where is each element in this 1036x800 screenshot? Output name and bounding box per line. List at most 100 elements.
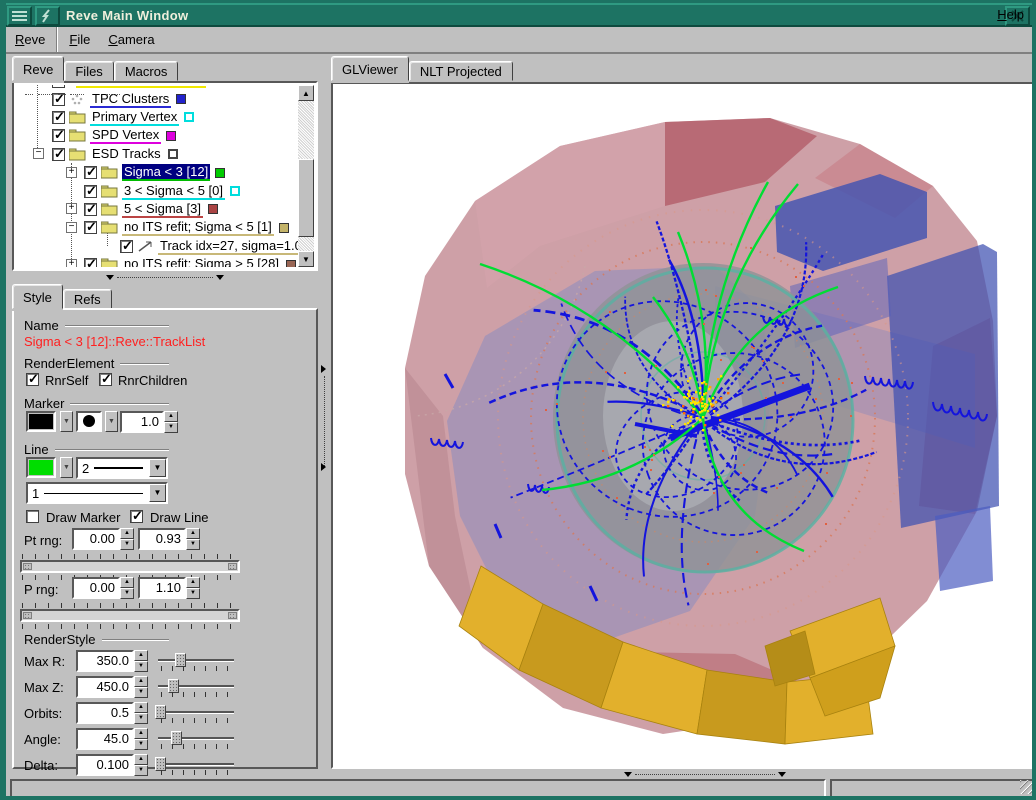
window-menu-button[interactable] <box>7 6 32 26</box>
line-color-swatch[interactable] <box>26 457 56 478</box>
gl-canvas[interactable] <box>335 86 1032 765</box>
menu-item-camera[interactable]: Camera <box>99 29 163 50</box>
pt-max-entry[interactable]: 0.93 <box>138 528 186 550</box>
pt-min-entry[interactable]: 0.00 <box>72 528 120 550</box>
color-badge[interactable] <box>168 149 178 159</box>
color-badge[interactable] <box>286 260 296 267</box>
tab-files[interactable]: Files <box>64 61 113 81</box>
menu-item-help[interactable]: Help <box>997 7 1024 22</box>
combo-arrow-icon[interactable]: ▼ <box>149 459 166 477</box>
tree-item-checkbox[interactable]: ✓ <box>84 221 97 234</box>
p-slider-min-handle[interactable] <box>23 612 32 619</box>
tree-vertical-scrollbar[interactable]: ▲ ▼ <box>298 85 314 267</box>
app-icon-button[interactable] <box>35 6 60 26</box>
tab-refs[interactable]: Refs <box>63 289 112 309</box>
menu-item-file[interactable]: File <box>60 29 99 50</box>
delta-spinner[interactable]: ▲▼ <box>134 754 148 776</box>
color-badge[interactable] <box>184 112 194 122</box>
maxz-entry[interactable]: 450.0 <box>76 676 134 698</box>
panel-splitter[interactable] <box>319 81 331 762</box>
tree-item-label[interactable]: ESD Tracks <box>90 146 163 163</box>
pt-min-spinner[interactable]: ▲▼ <box>120 528 134 550</box>
title-bar[interactable]: Reve Main Window <box>6 3 1032 27</box>
pt-slider-max-handle[interactable] <box>228 563 237 570</box>
tree-item[interactable]: ✓ 5 < Sigma [3] <box>16 200 298 218</box>
maxz-spinner[interactable]: ▲▼ <box>134 676 148 698</box>
maxr-slider-thumb[interactable] <box>175 653 186 667</box>
draw-marker-checkbox[interactable] <box>26 510 39 523</box>
tree-item[interactable]: ✓ Track idx=27, sigma=1.018 <box>16 237 298 255</box>
line-style-combo[interactable]: 1▼ <box>26 482 168 504</box>
tree-item[interactable]: ✓TPC Clusters <box>16 90 298 108</box>
menu-item-reve[interactable]: Reve <box>6 29 54 50</box>
combo-arrow-icon[interactable]: ▼ <box>149 484 166 502</box>
line-width-combo[interactable]: 2▼ <box>76 457 168 479</box>
angle-spinner[interactable]: ▲▼ <box>134 728 148 750</box>
marker-color-dropdown[interactable]: ▼ <box>60 411 73 432</box>
tree-item-label[interactable]: no ITS refit; Sigma > 5 [28] <box>122 256 281 267</box>
p-slider-max-handle[interactable] <box>228 612 237 619</box>
maxr-spinner[interactable]: ▲▼ <box>134 650 148 672</box>
delta-slider-track[interactable] <box>158 763 234 766</box>
tree-item[interactable]: ✓ Sigma < 3 [12] <box>16 164 298 182</box>
rnrchildren-checkbox[interactable]: ✓ <box>99 373 112 386</box>
tree-item-label[interactable]: Track idx=27, sigma=1.018 <box>158 238 298 255</box>
color-badge[interactable] <box>176 94 186 104</box>
p-max-entry[interactable]: 1.10 <box>138 577 186 599</box>
tab-nlt-projected[interactable]: NLT Projected <box>409 61 513 81</box>
rnrself-checkbox[interactable]: ✓ <box>26 373 39 386</box>
tree-item-label[interactable]: Primary Vertex <box>90 109 179 126</box>
tree-item[interactable]: ✓ 3 < Sigma < 5 [0] <box>16 182 298 200</box>
scroll-thumb[interactable] <box>298 159 314 237</box>
tree-item-checkbox[interactable]: ✓ <box>120 240 133 253</box>
tree-style-splitter[interactable] <box>106 274 224 281</box>
resize-grip[interactable] <box>1020 780 1034 794</box>
tree-item[interactable]: ✓ no ITS refit; Sigma < 5 [1] <box>16 219 298 237</box>
color-badge[interactable] <box>230 186 240 196</box>
delta-slider-thumb[interactable] <box>155 757 166 771</box>
tree-item[interactable]: ✓Primary Vertex <box>16 108 298 126</box>
tree-item-label[interactable]: 5 < Sigma [3] <box>122 201 203 218</box>
p-min-entry[interactable]: 0.00 <box>72 577 120 599</box>
color-badge[interactable] <box>208 204 218 214</box>
tree-item[interactable]: ✓ SPD Vertex <box>16 127 298 145</box>
maxr-slider-track[interactable] <box>158 659 234 662</box>
marker-size-entry[interactable]: 1.0 <box>120 411 164 433</box>
marker-color-swatch[interactable] <box>26 411 56 432</box>
angle-slider-thumb[interactable] <box>171 731 182 745</box>
tree-item-label[interactable]: no ITS refit; Sigma < 5 [1] <box>122 219 274 236</box>
color-badge[interactable] <box>166 131 176 141</box>
tree-item-label[interactable]: 3 < Sigma < 5 [0] <box>122 183 225 200</box>
orbits-slider-track[interactable] <box>158 711 234 714</box>
pt-max-spinner[interactable]: ▲▼ <box>186 528 200 550</box>
marker-style-dropdown[interactable]: ▼ <box>105 411 118 432</box>
color-badge[interactable] <box>279 223 289 233</box>
p-range-slider[interactable] <box>20 609 240 622</box>
tree-item[interactable]: ✓no ITS refit; Sigma > 5 [28] <box>16 256 298 267</box>
bottom-splitter[interactable] <box>624 771 786 778</box>
draw-line-checkbox[interactable]: ✓ <box>130 510 143 523</box>
p-max-spinner[interactable]: ▲▼ <box>186 577 200 599</box>
marker-style-button[interactable] <box>76 411 102 432</box>
tree-item-checkbox[interactable]: ✓ <box>84 185 97 198</box>
tree-item-checkbox[interactable]: ✓ <box>52 129 65 142</box>
orbits-entry[interactable]: 0.5 <box>76 702 134 724</box>
tab-glviewer[interactable]: GLViewer <box>331 56 409 81</box>
marker-size-spinner[interactable]: ▲▼ <box>164 411 178 433</box>
pt-range-slider[interactable] <box>20 560 240 573</box>
orbits-spinner[interactable]: ▲▼ <box>134 702 148 724</box>
tab-macros[interactable]: Macros <box>114 61 179 81</box>
tree-item[interactable]: ✓ESD Tracks <box>16 145 298 163</box>
tree-item-label[interactable]: SPD Vertex <box>90 127 161 144</box>
scroll-up-button[interactable]: ▲ <box>298 85 314 101</box>
tree-item-label[interactable]: TPC Clusters <box>90 91 171 108</box>
angle-slider-track[interactable] <box>158 737 234 740</box>
tree-item-checkbox[interactable]: ✓ <box>84 203 97 216</box>
delta-entry[interactable]: 0.100 <box>76 754 134 776</box>
angle-entry[interactable]: 45.0 <box>76 728 134 750</box>
tree-item-label[interactable]: Sigma < 3 [12] <box>122 164 210 181</box>
tree-item-checkbox[interactable]: ✓ <box>84 166 97 179</box>
scroll-down-button[interactable]: ▼ <box>298 251 314 267</box>
tab-style[interactable]: Style <box>12 284 63 309</box>
tab-reve[interactable]: Reve <box>12 56 64 81</box>
